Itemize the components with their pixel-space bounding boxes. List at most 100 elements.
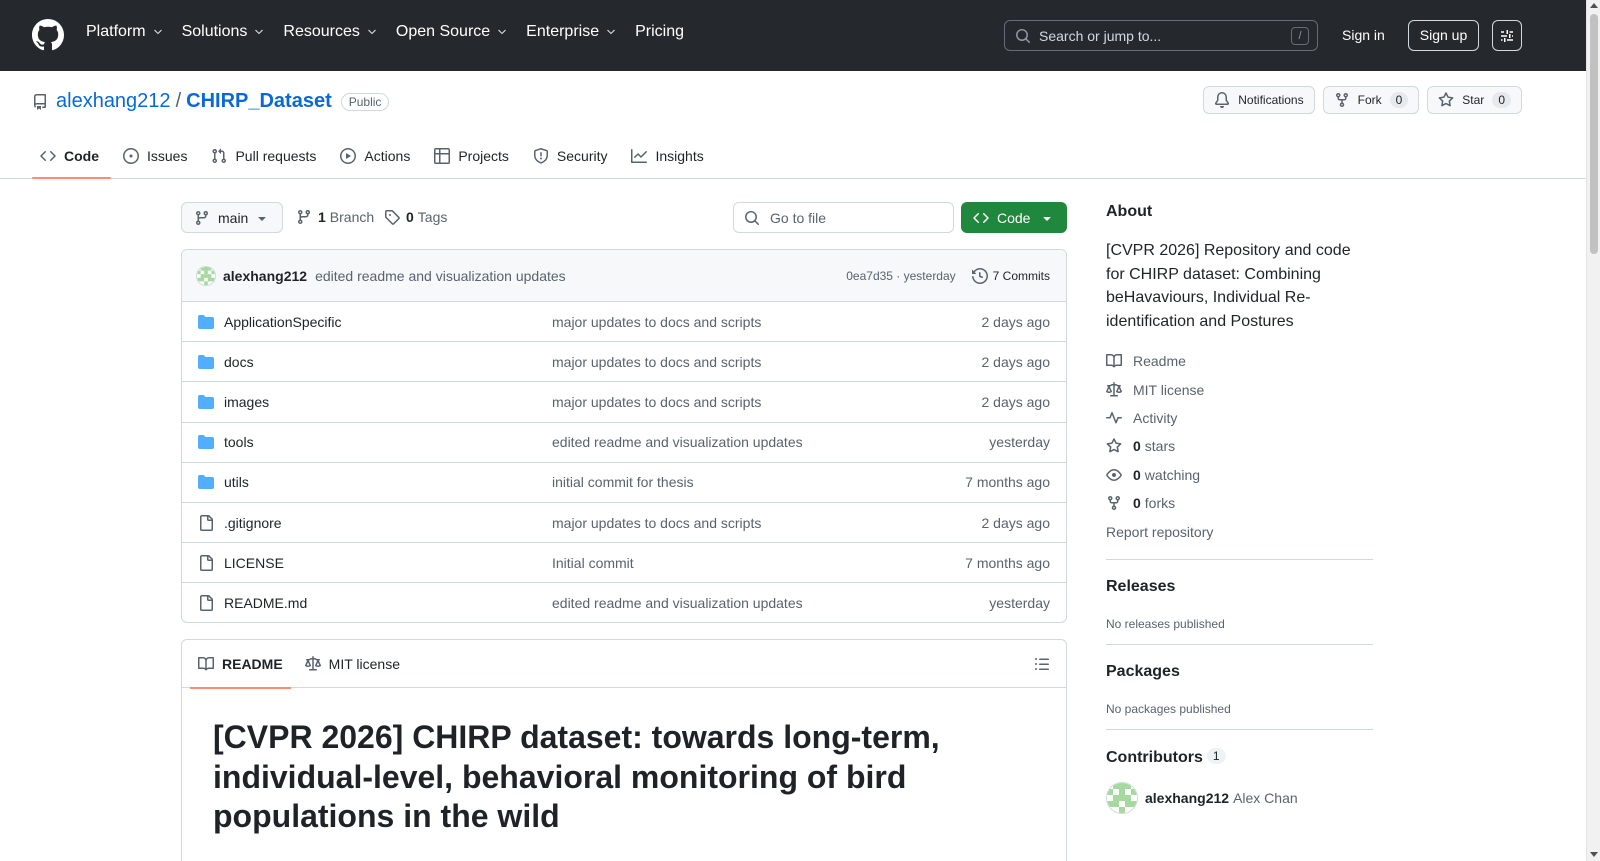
file-name-link[interactable]: LICENSE xyxy=(224,555,552,571)
file-row[interactable]: tools edited readme and visualization upd… xyxy=(182,423,1066,463)
readme-link[interactable]: Readme xyxy=(1106,347,1373,375)
tab-actions[interactable]: Actions xyxy=(332,134,422,178)
file-name-link[interactable]: ApplicationSpecific xyxy=(224,314,552,330)
file-row[interactable]: README.md edited readme and visualization… xyxy=(182,583,1066,622)
star-button[interactable]: Star 0 xyxy=(1427,86,1522,114)
page-scrollbar[interactable] xyxy=(1586,0,1600,861)
nav-pricing[interactable]: Pricing xyxy=(635,23,684,41)
file-commit-message-link[interactable]: edited readme and visualization updates xyxy=(552,434,989,450)
scrollbar-thumb[interactable] xyxy=(1590,14,1598,254)
activity-link[interactable]: Activity xyxy=(1106,404,1373,432)
scroll-down-arrow-icon[interactable] xyxy=(1590,852,1598,857)
commit-author-link[interactable]: alexhang212 xyxy=(223,268,307,284)
contributor-item[interactable]: alexhang212 Alex Chan xyxy=(1106,781,1373,814)
nav-label: Enterprise xyxy=(526,23,600,40)
forks-link[interactable]: 0 forks xyxy=(1106,489,1373,517)
triangle-down-icon xyxy=(258,216,266,221)
file-type-icon xyxy=(198,314,216,330)
watching-link[interactable]: 0 watching xyxy=(1106,461,1373,489)
file-commit-message-link[interactable]: edited readme and visualization updates xyxy=(552,595,989,611)
branch-selector-button[interactable]: main xyxy=(181,202,283,233)
tag-label: Tags xyxy=(417,209,448,225)
table-of-contents-button[interactable] xyxy=(1034,656,1050,675)
scroll-up-arrow-icon[interactable] xyxy=(1590,3,1598,8)
repo-name-link[interactable]: CHIRP_Dataset xyxy=(186,90,332,113)
sign-up-button[interactable]: Sign up xyxy=(1408,20,1479,51)
file-commit-message-link[interactable]: major updates to docs and scripts xyxy=(552,515,982,531)
stars-link[interactable]: 0 stars xyxy=(1106,432,1373,460)
report-repository-link[interactable]: Report repository xyxy=(1106,517,1373,545)
about-heading: About xyxy=(1106,203,1153,220)
chevron-down-icon xyxy=(153,29,162,35)
latest-commit-bar: alexhang212 edited readme and visualizat… xyxy=(182,250,1066,302)
file-row[interactable]: images major updates to docs and scripts 2… xyxy=(182,382,1066,423)
file-name-link[interactable]: tools xyxy=(224,434,552,450)
file-commit-message-link[interactable]: initial commit for thesis xyxy=(552,474,965,490)
avatar[interactable] xyxy=(196,265,216,286)
tab-code[interactable]: Code xyxy=(32,134,111,179)
commit-message-link[interactable]: edited readme and visualization updates xyxy=(315,268,566,284)
file-row[interactable]: ApplicationSpecific major updates to docs… xyxy=(182,302,1066,343)
file-row[interactable]: utils initial commit for thesis 7 months a… xyxy=(182,463,1066,503)
nav-open-source[interactable]: Open Source xyxy=(396,23,508,41)
releases-empty-text: No releases published xyxy=(1106,616,1225,631)
packages-heading[interactable]: Packages xyxy=(1106,663,1373,681)
tab-pull-requests[interactable]: Pull requests xyxy=(203,134,328,178)
go-to-file-input[interactable]: Go to file xyxy=(733,202,954,233)
branches-link[interactable]: 1 Branch xyxy=(296,209,374,225)
tags-link[interactable]: 0 Tags xyxy=(384,209,447,225)
file-name-link[interactable]: README.md xyxy=(224,595,552,611)
file-commit-age: 2 days ago xyxy=(981,393,1051,410)
tab-license[interactable]: MIT license xyxy=(297,640,408,688)
tab-issues[interactable]: Issues xyxy=(115,134,199,178)
file-row[interactable]: .gitignore major updates to docs and scri… xyxy=(182,503,1066,544)
settings-menu-button[interactable] xyxy=(1492,20,1522,51)
file-type-icon xyxy=(198,394,216,410)
github-logo-icon[interactable] xyxy=(32,19,64,51)
stars-count: 0 xyxy=(1133,438,1141,455)
file-name-link[interactable]: docs xyxy=(224,354,552,370)
sign-in-link[interactable]: Sign in xyxy=(1329,20,1398,51)
file-commit-message-link[interactable]: major updates to docs and scripts xyxy=(552,354,982,370)
repo-owner-link[interactable]: alexhang212 xyxy=(56,90,171,113)
releases-heading[interactable]: Releases xyxy=(1106,578,1373,596)
fork-icon xyxy=(1108,496,1120,511)
forks-label: forks xyxy=(1144,495,1176,512)
fork-button[interactable]: Fork 0 xyxy=(1322,86,1420,114)
tab-insights[interactable]: Insights xyxy=(623,134,715,178)
eye-icon xyxy=(1106,468,1122,481)
file-row[interactable]: docs major updates to docs and scripts 2 d… xyxy=(182,342,1066,383)
license-link[interactable]: MIT license xyxy=(1106,375,1373,403)
avatar[interactable] xyxy=(1106,781,1138,814)
nav-enterprise[interactable]: Enterprise xyxy=(526,23,617,41)
file-name-link[interactable]: utils xyxy=(224,474,552,490)
nav-resources[interactable]: Resources xyxy=(283,23,377,41)
nav-label: Solutions xyxy=(181,23,248,40)
file-type-icon xyxy=(198,514,216,531)
tab-readme[interactable]: README xyxy=(190,640,291,689)
folder-icon xyxy=(198,314,214,329)
nav-platform[interactable]: Platform xyxy=(86,23,164,41)
file-commit-message-link[interactable]: Initial commit xyxy=(552,555,965,571)
identicon xyxy=(1107,782,1137,813)
global-search-input[interactable]: Search or jump to... / xyxy=(1004,20,1318,51)
tab-projects[interactable]: Projects xyxy=(426,134,521,178)
code-download-button[interactable]: Code xyxy=(961,202,1067,233)
visibility-badge: Public xyxy=(340,92,390,111)
license-link-label: MIT license xyxy=(1133,381,1205,398)
commit-hash-link[interactable]: 0ea7d35 · yesterday xyxy=(846,269,955,283)
nav-solutions[interactable]: Solutions xyxy=(182,23,266,41)
commits-label: 7 Commits xyxy=(992,268,1050,283)
file-name-link[interactable]: .gitignore xyxy=(224,515,552,531)
notifications-button[interactable]: Notifications xyxy=(1203,86,1315,114)
commits-history-link[interactable]: 7 Commits xyxy=(971,267,1050,284)
file-commit-message-link[interactable]: major updates to docs and scripts xyxy=(552,394,982,410)
contributors-heading[interactable]: Contributors 1 xyxy=(1106,747,1373,767)
file-name-link[interactable]: images xyxy=(224,394,552,410)
pulse-icon xyxy=(1106,411,1122,424)
tab-security[interactable]: Security xyxy=(525,134,620,178)
file-commit-age: yesterday xyxy=(989,595,1050,612)
star-count: 0 xyxy=(1492,92,1511,108)
file-commit-message-link[interactable]: major updates to docs and scripts xyxy=(552,314,982,330)
file-row[interactable]: LICENSE Initial commit 7 months ago xyxy=(182,543,1066,584)
